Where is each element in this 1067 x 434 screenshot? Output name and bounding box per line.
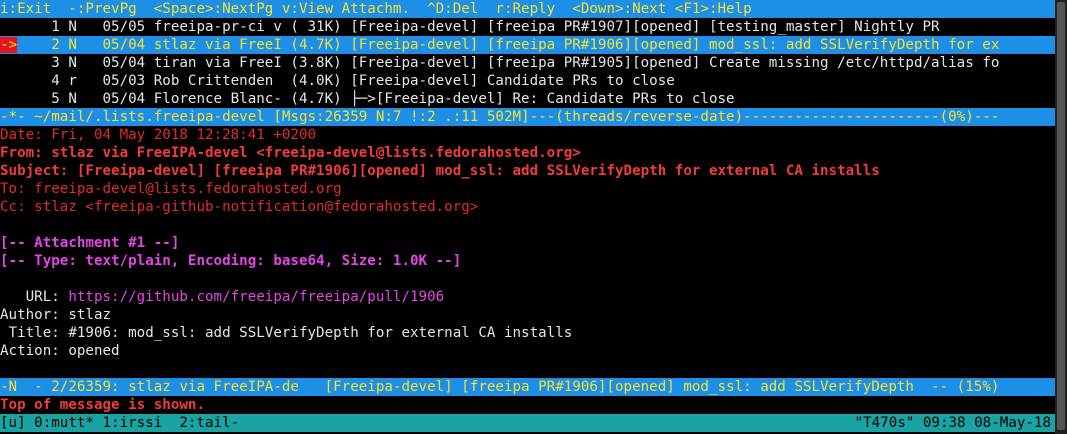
current-message-arrow: -> — [0, 37, 18, 53]
body-url-link[interactable]: https://github.com/freeipa/freeipa/pull/… — [68, 289, 444, 305]
scrollbar-thumb[interactable] — [1057, 2, 1065, 430]
index-row-4[interactable]: 4 r 05/03 Rob Crittenden (4.0K) [Freeipa… — [0, 72, 1055, 90]
header-from: From: stlaz via FreeIPA-devel <freeipa-d… — [0, 145, 581, 161]
body-action: Action: opened — [0, 343, 120, 359]
header-to: To: freeipa-devel@lists.fedorahosted.org — [0, 181, 342, 197]
header-subject: Subject: [Freeipa-devel] [freeipa PR#190… — [0, 163, 880, 179]
index-row-text: 3 N 05/04 tiran via FreeI (3.8K) [Freeip… — [17, 55, 1000, 71]
help-bar: i:Exit -:PrevPg <Space>:NextPg v:View At… — [0, 0, 1055, 18]
body-url-label: URL: — [0, 289, 69, 305]
index-row-2-selected[interactable]: -> 2 N 05/04 stlaz via FreeI (4.7K) [Fre… — [0, 36, 1055, 54]
window-scrollbar[interactable] — [1055, 0, 1067, 434]
index-row-1[interactable]: 1 N 05/05 freeipa-pr-ci v ( 31K) [Freeip… — [0, 18, 1055, 36]
attachment-title: [-- Attachment #1 --] — [0, 235, 180, 251]
tmux-host-clock: "T470s" 09:38 08-May-18 — [854, 415, 1051, 431]
pager-status-bar: -N - 2/26359: stlaz via FreeIPA-de [Free… — [0, 378, 1055, 396]
index-row-5[interactable]: 5 N 05/04 Florence Blanc- (4.7K) ├─>[Fre… — [0, 90, 1055, 108]
index-row-text: 1 N 05/05 freeipa-pr-ci v ( 31K) [Freeip… — [17, 19, 940, 35]
body-author: Author: stlaz — [0, 307, 112, 323]
header-cc: Cc: stlaz <freeipa-github-notification@f… — [0, 199, 479, 215]
index-marker — [0, 73, 17, 89]
index-status-bar: -*- ~/mail/.lists.freeipa-devel [Msgs:26… — [0, 108, 1055, 126]
index-row-text: 2 N 05/04 stlaz via FreeI (4.7K) [Freeip… — [17, 37, 1000, 53]
tmux-status-bar: [u] 0:mutt* 1:irssi 2:tail- "T470s" 09:38… — [0, 414, 1055, 432]
index-row-3[interactable]: 3 N 05/04 tiran via FreeI (3.8K) [Freeip… — [0, 54, 1055, 72]
index-marker — [0, 55, 17, 71]
index-marker — [0, 19, 17, 35]
attachment-type: [-- Type: text/plain, Encoding: base64, … — [0, 253, 462, 269]
index-row-text: 5 N 05/04 Florence Blanc- (4.7K) ├─>[Fre… — [17, 91, 735, 107]
index-row-text: 4 r 05/03 Rob Crittenden (4.0K) [Freeipa… — [17, 73, 675, 89]
header-date: Date: Fri, 04 May 2018 12:28:41 +0200 — [0, 127, 317, 143]
terminal-window: i:Exit -:PrevPg <Space>:NextPg v:View At… — [0, 0, 1055, 434]
index-marker — [0, 91, 17, 107]
body-url-line: URL: https://github.com/freeipa/freeipa/… — [0, 288, 1055, 306]
body-title: Title: #1906: mod_ssl: add SSLVerifyDept… — [0, 325, 573, 341]
tmux-window-list[interactable]: [u] 0:mutt* 1:irssi 2:tail- — [0, 415, 239, 431]
message-line: Top of message is shown. — [0, 397, 205, 413]
